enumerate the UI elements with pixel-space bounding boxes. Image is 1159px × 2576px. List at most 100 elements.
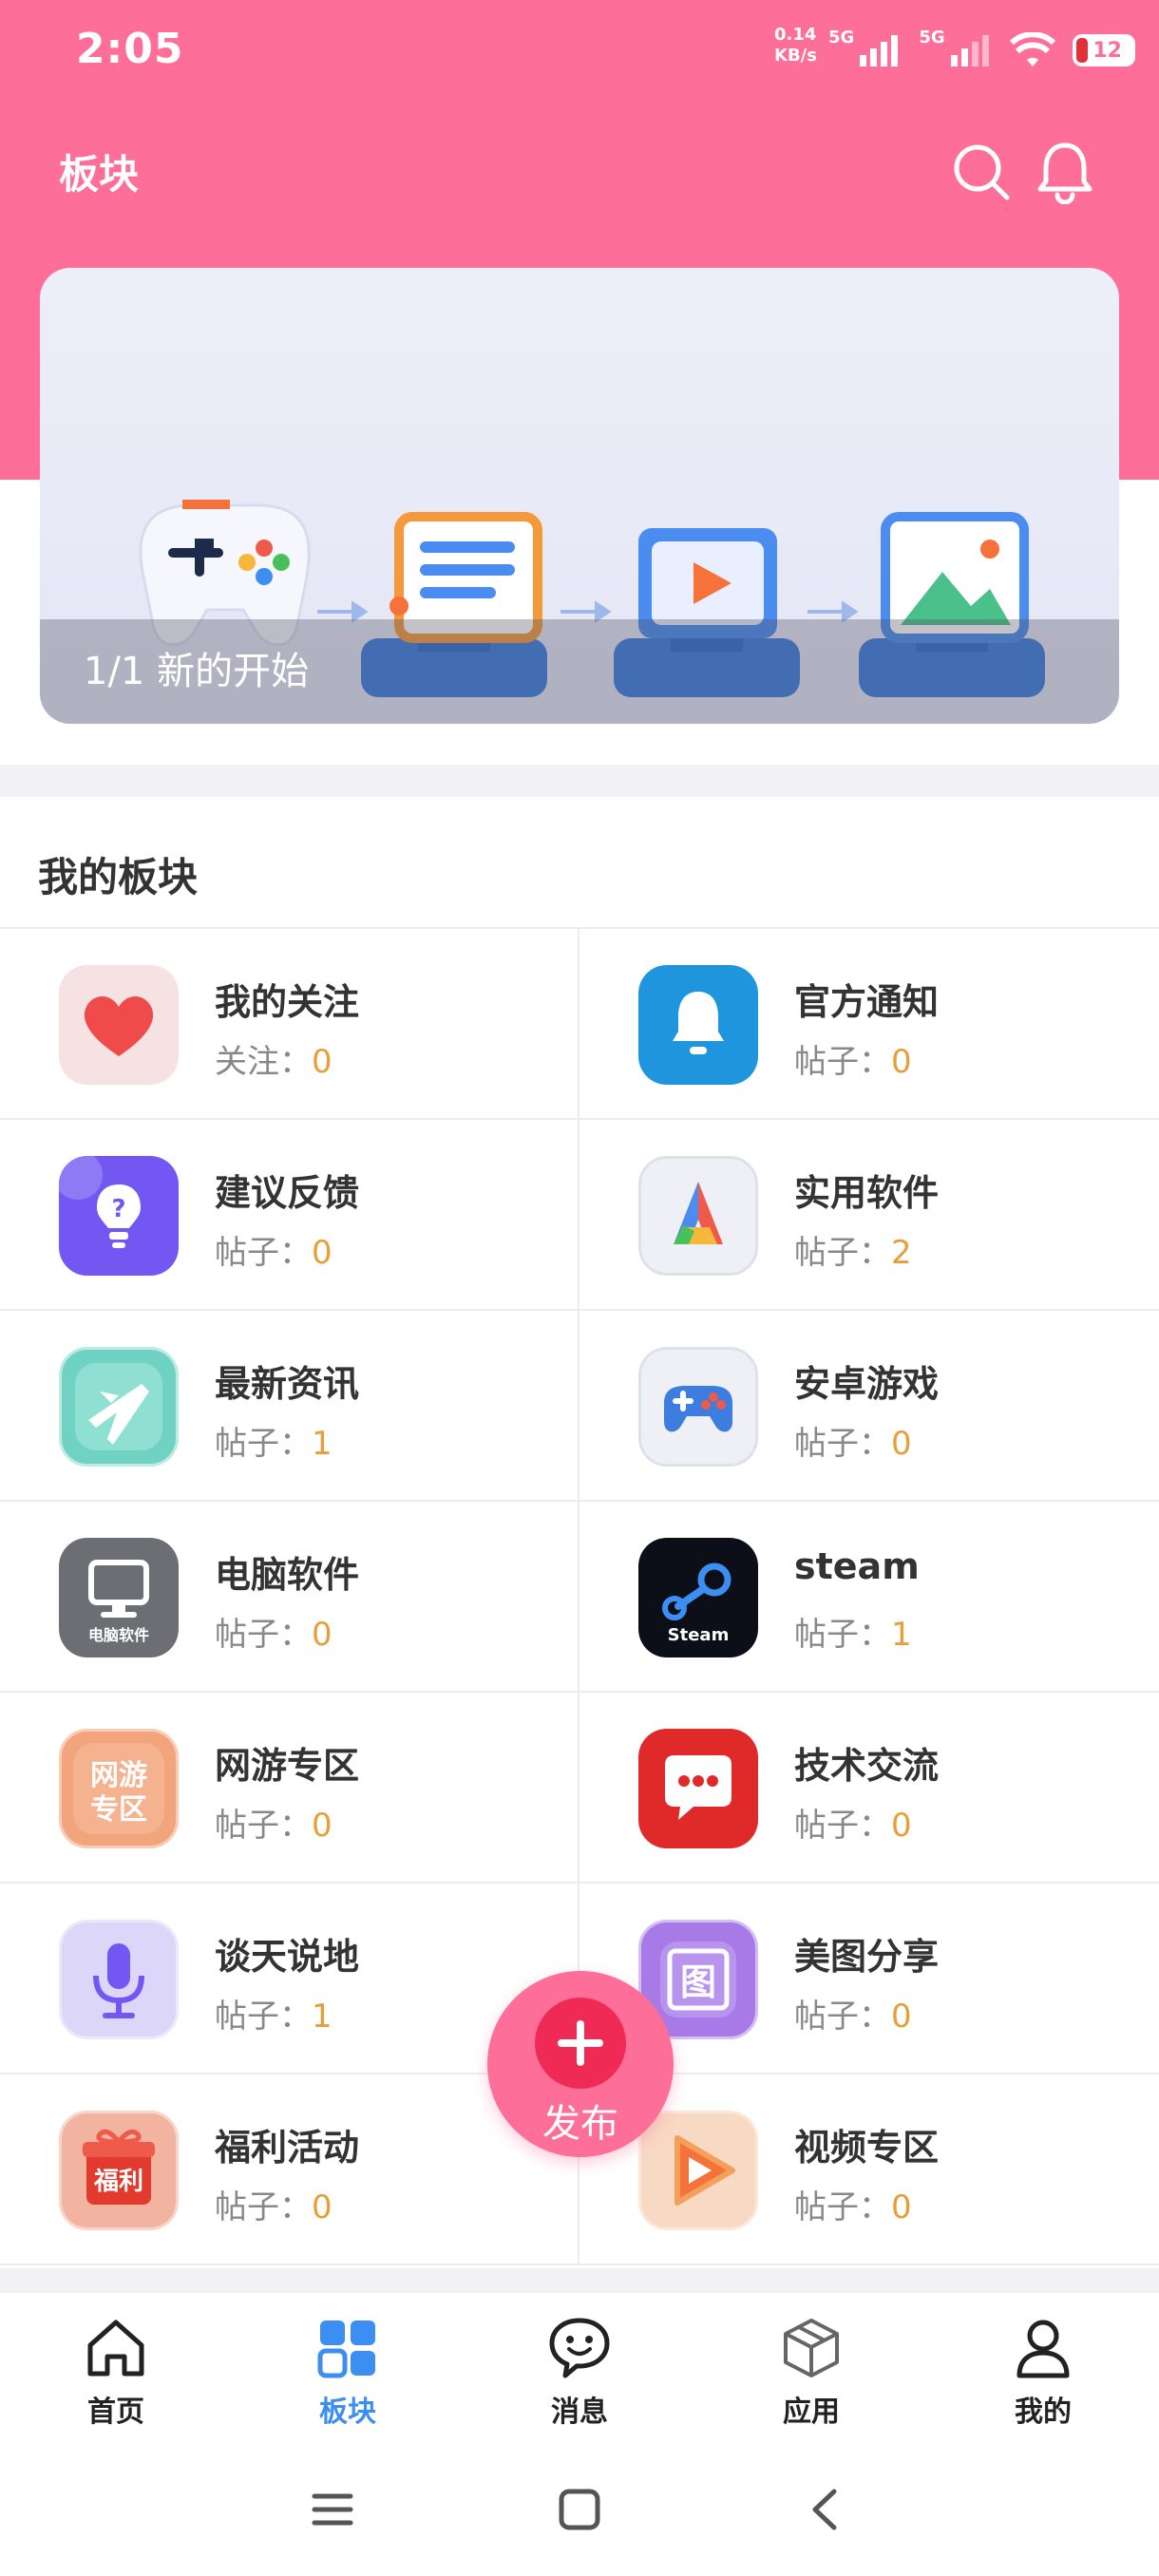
online-games-icon-text-1: 网游: [90, 1759, 147, 1792]
board-stat: 关注：0: [215, 1035, 332, 1082]
board-pc-software[interactable]: 电脑软件 电脑软件 帖子：0: [0, 1502, 580, 1691]
heart-icon: [59, 965, 179, 1085]
grid-icon: [314, 2314, 382, 2382]
board-name: steam: [794, 1545, 920, 1587]
board-stat-value: 1: [891, 1616, 912, 1654]
battery-level: 12: [1092, 38, 1122, 63]
network-type-2: 5G: [919, 27, 945, 47]
grid-row: 我的关注 关注：0 官方通知 帖子：0: [0, 929, 1159, 1120]
nav-label: 我的: [1015, 2396, 1072, 2429]
board-stat: 帖子：0: [794, 2181, 912, 2227]
search-icon[interactable]: [948, 139, 1015, 205]
board-stat-label: 帖子：: [215, 1234, 312, 1272]
board-stat: 帖子：0: [215, 1608, 332, 1655]
picture-icon-text: 图: [680, 1961, 716, 2003]
board-stat-value: 1: [312, 1998, 332, 2036]
cube-icon: [777, 2314, 846, 2382]
app-triangle-icon: [638, 1156, 758, 1276]
banner-carousel[interactable]: 1/1 新的开始: [40, 268, 1119, 724]
system-nav-bar: [0, 2445, 1159, 2576]
board-name: 建议反馈: [215, 1172, 360, 1214]
monitor-icon-text: 电脑软件: [88, 1626, 149, 1644]
board-official-notice[interactable]: 官方通知 帖子：0: [580, 929, 1159, 1118]
board-stat-label: 帖子：: [215, 1616, 312, 1654]
battery-icon: 12: [1072, 34, 1135, 66]
board-stat-label: 帖子：: [794, 2188, 891, 2226]
board-stat-label: 帖子：: [794, 1998, 891, 2036]
menu-icon[interactable]: [304, 2481, 361, 2538]
board-name: 美图分享: [794, 1936, 940, 1978]
monitor-icon: 电脑软件: [59, 1538, 179, 1657]
publish-button[interactable]: 发布: [487, 1971, 674, 2157]
board-stat-value: 0: [891, 1043, 912, 1081]
online-games-icon: 网游 专区: [59, 1729, 179, 1848]
board-stat-label: 帖子：: [215, 1807, 312, 1845]
svg-text:?: ?: [111, 1195, 125, 1223]
board-name: 实用软件: [794, 1172, 940, 1214]
airplane-icon: [59, 1347, 179, 1467]
bell-icon: [638, 965, 758, 1085]
board-utility-software[interactable]: 实用软件 帖子：2: [580, 1120, 1159, 1309]
board-stat-label: 帖子：: [215, 1998, 312, 2036]
board-stat-label: 帖子：: [794, 1425, 891, 1463]
signal-icon-2: [950, 35, 989, 66]
board-name: 安卓游戏: [794, 1363, 940, 1405]
page-title: 板块: [59, 151, 140, 198]
board-stat-label: 帖子：: [794, 1234, 891, 1272]
board-stat: 帖子：0: [215, 2181, 332, 2227]
grid-row: 最新资讯 帖子：1 安卓游戏 帖子：0: [0, 1311, 1159, 1502]
nav-apps[interactable]: 应用: [695, 2293, 927, 2445]
nav-boards[interactable]: 板块: [232, 2293, 464, 2445]
network-speed-unit: KB/s: [774, 46, 817, 66]
nav-label: 消息: [551, 2396, 608, 2429]
network-speed-value: 0.14: [774, 25, 817, 45]
home-icon: [82, 2314, 150, 2382]
chat-bubble-icon: [638, 1729, 758, 1848]
board-stat-label: 关注：: [215, 1043, 312, 1081]
board-stat: 帖子：2: [794, 1226, 912, 1273]
board-stat: 帖子：0: [794, 1799, 912, 1846]
board-stat-value: 0: [312, 1043, 332, 1081]
nav-label: 应用: [783, 2396, 840, 2429]
board-tech-talk[interactable]: 技术交流 帖子：0: [580, 1693, 1159, 1882]
board-name: 最新资讯: [215, 1363, 360, 1405]
nav-label: 首页: [87, 2396, 144, 2429]
back-icon[interactable]: [796, 2481, 853, 2538]
board-online-games[interactable]: 网游 专区 网游专区 帖子：0: [0, 1693, 580, 1882]
microphone-icon: [59, 1920, 179, 2039]
home-square-icon[interactable]: [551, 2481, 608, 2538]
board-stat: 帖子：0: [794, 1035, 912, 1082]
app-header: 板块: [0, 133, 1159, 218]
publish-label: 发布: [542, 2102, 618, 2146]
board-name: 我的关注: [215, 981, 360, 1023]
board-stat-value: 0: [891, 1807, 912, 1845]
board-name: 电脑软件: [215, 1554, 360, 1596]
board-stat: 帖子：0: [794, 1990, 912, 2036]
grid-row: ? 建议反馈 帖子：0 实用软件 帖子：2: [0, 1120, 1159, 1311]
nav-home[interactable]: 首页: [0, 2293, 232, 2445]
nav-label: 板块: [319, 2396, 376, 2429]
bell-icon[interactable]: [1032, 139, 1098, 205]
board-stat-value: 0: [891, 1425, 912, 1463]
board-stat-label: 帖子：: [215, 2188, 312, 2226]
board-name: 网游专区: [215, 1745, 360, 1787]
gamepad-icon: [638, 1347, 758, 1467]
signal-icon: [860, 35, 899, 66]
board-latest-news[interactable]: 最新资讯 帖子：1: [0, 1311, 580, 1500]
board-my-follow[interactable]: 我的关注 关注：0: [0, 929, 580, 1118]
board-stat-value: 0: [312, 1807, 332, 1845]
online-games-icon-text-2: 专区: [90, 1793, 147, 1827]
chat-icon: [545, 2314, 614, 2382]
lightbulb-icon: ?: [59, 1156, 179, 1276]
board-stat-label: 帖子：: [794, 1616, 891, 1654]
board-steam[interactable]: Steam steam 帖子：1: [580, 1502, 1159, 1691]
board-stat-label: 帖子：: [215, 1425, 312, 1463]
board-name: 官方通知: [794, 981, 940, 1023]
board-stat: 帖子：1: [215, 1990, 332, 2036]
board-stat: 帖子：0: [215, 1799, 332, 1846]
board-suggestion[interactable]: ? 建议反馈 帖子：0: [0, 1120, 580, 1309]
board-android-games[interactable]: 安卓游戏 帖子：0: [580, 1311, 1159, 1500]
nav-messages[interactable]: 消息: [464, 2293, 695, 2445]
board-name: 视频专区: [794, 2127, 940, 2169]
nav-profile[interactable]: 我的: [927, 2293, 1159, 2445]
